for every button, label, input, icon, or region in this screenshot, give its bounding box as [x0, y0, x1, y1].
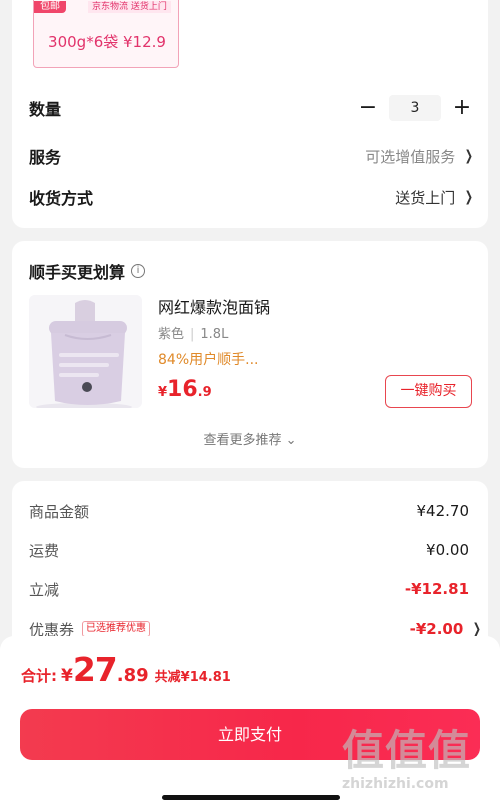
quantity-stepper: − 3 +: [355, 95, 475, 121]
service-row[interactable]: 服务 可选增值服务 ❯: [29, 141, 475, 171]
goods-amount-value: ¥42.70: [416, 502, 470, 520]
more-recommendations-label: 查看更多推荐: [203, 433, 282, 448]
watermark-site: zhizhizhi.com: [342, 776, 449, 792]
service-value-wrap: 可选增值服务 ❯: [365, 146, 475, 167]
site-watermark: 值值值 zhizhizhi.com: [342, 726, 498, 806]
total-label: 合计:: [21, 667, 57, 685]
noodle-pot-image: [29, 295, 142, 408]
chevron-right-icon: ❯: [465, 148, 474, 164]
goods-amount-row: 商品金额 ¥42.70: [29, 498, 469, 524]
discount-row: 立减 -¥12.81: [29, 576, 469, 602]
decrease-button[interactable]: −: [355, 96, 381, 120]
delivery-value: 送货上门: [395, 188, 456, 207]
service-label: 服务: [29, 148, 62, 167]
spec-option-label: 300g*6袋 ¥12.9: [48, 33, 166, 51]
order-options-card: 包邮 京东物流 送货上门 300g*6袋 ¥12.9 数量 − 3 + 服务 可…: [12, 0, 488, 228]
bundle-title-wrap: 顺手买更划算 i: [29, 259, 146, 283]
logistics-tag: 京东物流 送货上门: [88, 1, 171, 13]
info-icon[interactable]: i: [131, 264, 146, 278]
price-integer: 16: [167, 377, 198, 402]
quantity-row: 数量 − 3 +: [29, 93, 475, 123]
total-row: 合计: ¥ 27 .89 共减¥14.81: [21, 650, 231, 689]
discount-label: 立减: [29, 580, 60, 599]
product-image[interactable]: [29, 295, 142, 408]
delivery-label: 收货方式: [29, 189, 94, 208]
quantity-input[interactable]: 3: [389, 95, 441, 121]
bundle-title: 顺手买更划算: [29, 263, 126, 282]
total-currency: ¥: [61, 666, 73, 686]
discount-value: -¥12.81: [404, 580, 469, 598]
more-recommendations-link[interactable]: 查看更多推荐 ⌄: [12, 429, 488, 448]
coupon-recommend-tag: 已选推荐优惠: [82, 621, 151, 637]
shipping-value: ¥0.00: [426, 541, 469, 559]
chevron-down-icon: ⌄: [285, 433, 297, 448]
shipping-row: 运费 ¥0.00: [29, 537, 469, 563]
shipping-label: 运费: [29, 541, 60, 560]
product-size: 1.8L: [200, 327, 229, 342]
price-currency: ¥: [158, 385, 168, 400]
delivery-row[interactable]: 收货方式 送货上门 ❯: [29, 182, 475, 212]
delivery-value-wrap: 送货上门 ❯: [395, 187, 475, 208]
spec-option-selected[interactable]: 包邮 京东物流 送货上门 300g*6袋 ¥12.9: [33, 0, 179, 68]
goods-amount-label: 商品金额: [29, 502, 90, 521]
chevron-right-icon: ❯: [473, 621, 482, 637]
spec-divider: |: [190, 327, 195, 342]
one-click-buy-button[interactable]: 一键购买: [385, 375, 472, 408]
total-saved: 共减¥14.81: [154, 670, 231, 685]
bundle-recommend-card: 顺手买更划算 i 网红爆款泡面锅 紫色 | 1.8L 84%用户顺手... ¥16.…: [12, 241, 488, 468]
product-note: 84%用户顺手...: [158, 352, 259, 368]
chevron-right-icon: ❯: [465, 189, 474, 205]
product-name[interactable]: 网红爆款泡面锅: [158, 294, 270, 318]
service-value: 可选增值服务: [365, 147, 456, 166]
watermark-mark: 值值值: [342, 726, 472, 775]
free-shipping-tag: 包邮: [34, 1, 66, 13]
product-price: ¥16.9: [158, 377, 212, 402]
spec-tag-row: 包邮 京东物流 送货上门: [34, 1, 178, 13]
quantity-label: 数量: [29, 100, 62, 119]
total-integer: 27: [72, 650, 118, 689]
increase-button[interactable]: +: [449, 96, 475, 120]
home-indicator: [162, 795, 340, 800]
total-decimal: .89: [116, 665, 149, 686]
product-spec: 紫色 | 1.8L: [158, 323, 228, 342]
price-decimal: .9: [197, 385, 212, 400]
product-color: 紫色: [158, 327, 185, 342]
